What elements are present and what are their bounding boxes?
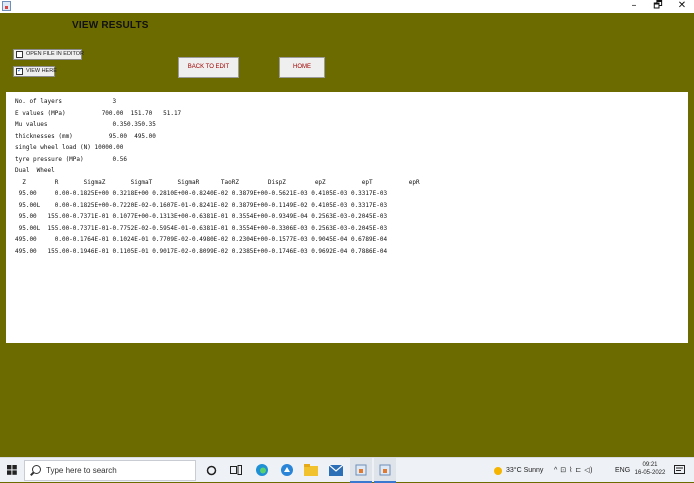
edge-icon[interactable] bbox=[252, 458, 272, 483]
weather-icon[interactable] bbox=[492, 458, 504, 483]
page-title: VIEW RESULTS bbox=[72, 20, 149, 31]
weather-text[interactable]: 33°C Sunny bbox=[506, 458, 543, 483]
window-title-bar: – 🗗 ✕ bbox=[0, 0, 694, 13]
mail-icon[interactable] bbox=[326, 458, 346, 483]
checkbox-box-checked[interactable] bbox=[16, 66, 23, 75]
search-placeholder: Type here to search bbox=[46, 466, 117, 475]
language-indicator[interactable]: ENG bbox=[615, 458, 630, 483]
search-icon bbox=[32, 465, 41, 474]
maximize-button[interactable]: 🗗 bbox=[646, 0, 670, 13]
clock-date: 16-05-2022 bbox=[634, 470, 666, 476]
back-to-edit-button[interactable]: BACK TO EDIT bbox=[178, 57, 239, 78]
close-button[interactable]: ✕ bbox=[670, 0, 694, 13]
results-text-area[interactable]: No. of layers 3 E values (MPa) 700.00 15… bbox=[6, 92, 688, 343]
taskbar-search-box[interactable]: Type here to search bbox=[24, 460, 196, 481]
view-here-checkbox[interactable]: VIEW HERE bbox=[13, 66, 57, 77]
clock[interactable]: 09:21 16-05-2022 bbox=[630, 461, 670, 477]
clock-time: 09:21 bbox=[642, 462, 658, 468]
taskbar: Type here to search 33°C Sunny ^ ⊡ ⌇ ⊏ ◁… bbox=[0, 457, 694, 483]
java-app-taskbar-button-2[interactable] bbox=[374, 458, 396, 483]
windows-start-icon[interactable] bbox=[4, 458, 20, 483]
open-in-editor-label: OPEN FILE IN EDITOR bbox=[26, 51, 84, 57]
task-view-icon[interactable] bbox=[227, 458, 245, 483]
minimize-button[interactable]: – bbox=[622, 0, 646, 13]
browser-app-icon[interactable] bbox=[277, 458, 297, 483]
java-app-icon bbox=[2, 1, 11, 11]
file-explorer-icon[interactable] bbox=[301, 458, 321, 483]
view-here-label: VIEW HERE bbox=[26, 68, 57, 74]
cortana-icon[interactable] bbox=[203, 458, 219, 483]
notification-icon[interactable] bbox=[672, 458, 686, 483]
results-output: No. of layers 3 E values (MPa) 700.00 15… bbox=[15, 98, 420, 255]
checkbox-box[interactable] bbox=[16, 51, 23, 58]
home-button[interactable]: HOME bbox=[279, 57, 325, 78]
system-tray-icons[interactable]: ^ ⊡ ⌇ ⊏ ◁) bbox=[554, 458, 593, 483]
open-in-editor-checkbox[interactable]: OPEN FILE IN EDITOR bbox=[13, 49, 84, 60]
app-content: VIEW RESULTS OPEN FILE IN EDITOR VIEW HE… bbox=[0, 13, 694, 456]
java-app-taskbar-button-1[interactable] bbox=[350, 458, 372, 483]
